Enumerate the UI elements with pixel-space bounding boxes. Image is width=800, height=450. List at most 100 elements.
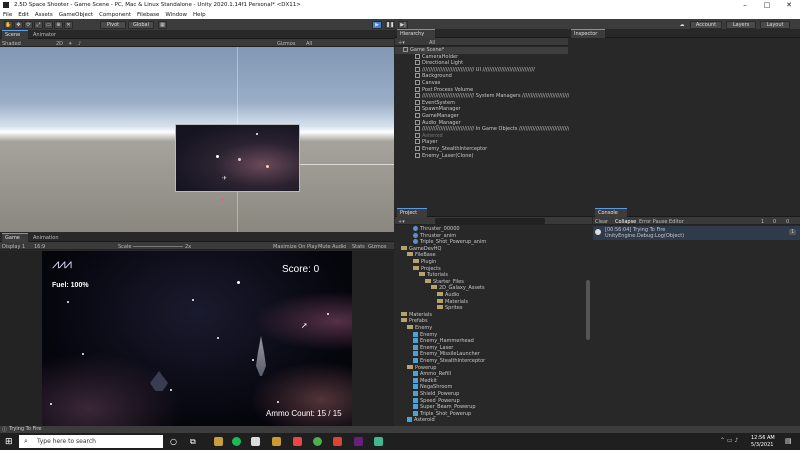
- tab-hierarchy[interactable]: Hierarchy: [397, 29, 435, 38]
- menu-file[interactable]: File: [3, 12, 12, 18]
- game-gizmos-dropdown[interactable]: Gizmos: [368, 244, 386, 250]
- console-tab-bar: Console: [593, 208, 800, 217]
- account-dropdown[interactable]: Account: [690, 21, 722, 29]
- close-button[interactable]: ✕: [778, 1, 800, 9]
- tab-scene[interactable]: Scene: [2, 30, 28, 39]
- hierarchy-search[interactable]: All: [429, 40, 435, 46]
- tab-console[interactable]: Console: [595, 208, 627, 217]
- unity-hub-icon[interactable]: [374, 437, 383, 446]
- cloud-icon[interactable]: ☁: [676, 21, 688, 29]
- menu-component[interactable]: Component: [99, 12, 131, 18]
- project-row-label: Triple_Shot_Powerup: [420, 410, 472, 417]
- layers-dropdown[interactable]: Layers: [726, 21, 756, 29]
- pivot-toggle[interactable]: Pivot: [100, 21, 126, 29]
- gmail-icon[interactable]: [293, 437, 302, 446]
- game-canvas[interactable]: ⩘⩘⩘ Fuel: 100% Score: 0 Ammo Count: 15 /…: [42, 251, 352, 426]
- scale-slider[interactable]: [133, 246, 183, 247]
- project-row-label: Thruster_00000: [420, 226, 460, 232]
- cortana-icon[interactable]: ○: [170, 437, 177, 446]
- console-toolbar: Clear Collapse Error Pause Editor 1 0 0: [593, 217, 800, 225]
- console-editor-dropdown[interactable]: Editor: [669, 219, 684, 225]
- maximize-button[interactable]: □: [756, 1, 778, 9]
- taskbar-date[interactable]: 5/3/2021: [751, 442, 773, 448]
- folder-icon: [419, 272, 425, 277]
- create-button[interactable]: +▾: [398, 40, 405, 46]
- status-message[interactable]: Trying To Fire: [9, 426, 41, 432]
- rotate-tool-icon[interactable]: ⟳: [24, 21, 33, 29]
- error-count[interactable]: 0: [786, 219, 789, 225]
- file-explorer-icon[interactable]: [214, 437, 223, 446]
- taskbar-time[interactable]: 12:56 AM: [751, 435, 775, 441]
- chrome-icon[interactable]: [313, 437, 322, 446]
- hierarchy-row[interactable]: Enemy_Laser(Clone): [395, 152, 568, 160]
- tab-animation[interactable]: Animation: [30, 233, 70, 242]
- console-error-pause-toggle[interactable]: Error Pause: [639, 219, 667, 225]
- mute-audio-toggle[interactable]: Mute Audio: [318, 244, 346, 250]
- amazon-icon[interactable]: [272, 437, 281, 446]
- app-icon[interactable]: [333, 437, 342, 446]
- task-view-icon[interactable]: ⧉: [190, 437, 196, 447]
- play-button[interactable]: ▶: [372, 21, 382, 29]
- minimize-button[interactable]: –: [734, 1, 756, 9]
- folder-icon: [401, 318, 407, 323]
- project-scrollbar[interactable]: [586, 280, 590, 340]
- project-toolbar: +▾: [395, 217, 592, 225]
- notification-icon[interactable]: ▤: [785, 437, 792, 445]
- scene-view[interactable]: ✈: [0, 47, 394, 232]
- taskbar-search-box[interactable]: ⌕ Type here to search: [19, 435, 163, 448]
- maximize-on-play-toggle[interactable]: Maximize On Play: [273, 244, 317, 250]
- move-tool-icon[interactable]: ✥: [14, 21, 23, 29]
- project-create-button[interactable]: +▾: [398, 219, 405, 225]
- menu-filebase[interactable]: Filebase: [137, 12, 159, 18]
- prefab-icon: [413, 384, 418, 390]
- warning-count[interactable]: 0: [773, 219, 776, 225]
- project-search-input[interactable]: [435, 218, 545, 224]
- project-row[interactable]: Asteroid: [407, 417, 585, 424]
- gameobject-icon: [415, 66, 420, 72]
- console-log-entry[interactable]: [00:56:04] Trying To Fire UnityEngine.De…: [593, 226, 800, 240]
- tab-project[interactable]: Project: [397, 208, 427, 217]
- tab-inspector[interactable]: Inspector: [571, 29, 605, 38]
- rect-tool-icon[interactable]: ▭: [44, 21, 53, 29]
- info-count[interactable]: 1: [761, 219, 764, 225]
- project-row-label: Starter_Files: [433, 278, 464, 285]
- layout-dropdown[interactable]: Layout: [760, 21, 790, 29]
- visual-studio-icon[interactable]: [354, 437, 363, 446]
- spotify-icon[interactable]: [232, 437, 241, 446]
- tab-game[interactable]: Game: [2, 233, 28, 242]
- folder-icon: [425, 278, 431, 283]
- game-view[interactable]: ⩘⩘⩘ Fuel: 100% Score: 0 Ammo Count: 15 /…: [0, 251, 394, 426]
- console-collapse-toggle[interactable]: Collapse: [615, 219, 636, 225]
- windows-start-icon[interactable]: ⊞: [5, 437, 13, 447]
- store-icon[interactable]: [251, 437, 260, 446]
- menu-help[interactable]: Help: [193, 12, 206, 18]
- display-dropdown[interactable]: Display 1: [2, 244, 25, 250]
- player-ship-icon: [256, 336, 266, 376]
- transform-tool-icon[interactable]: ⊕: [54, 21, 63, 29]
- pause-button[interactable]: ❚❚: [385, 21, 395, 29]
- stats-toggle[interactable]: Stats: [352, 244, 365, 250]
- inspector-tab-bar: Inspector: [569, 29, 800, 38]
- menu-edit[interactable]: Edit: [18, 12, 29, 18]
- project-row-label: Sprites: [445, 305, 463, 312]
- hand-tool-icon[interactable]: ✋: [4, 21, 13, 29]
- console-clear-button[interactable]: Clear: [595, 219, 608, 225]
- tab-animator[interactable]: Animator: [30, 30, 64, 39]
- custom-tool-icon[interactable]: ✕: [64, 21, 73, 29]
- tray-icons[interactable]: ⌃ ▭ ♪: [720, 437, 738, 444]
- step-button[interactable]: ▶|: [398, 21, 408, 29]
- gameobject-icon: [415, 126, 420, 132]
- menu-assets[interactable]: Assets: [35, 12, 53, 18]
- log-count-badge: 1: [789, 229, 797, 235]
- game-toolbar: Display 1 16:9 Scale 2x Maximize On Play…: [0, 242, 394, 250]
- prefab-icon: [413, 391, 418, 396]
- aspect-dropdown[interactable]: 16:9: [34, 244, 45, 250]
- global-toggle[interactable]: Global: [128, 21, 154, 29]
- enemy-ship-icon: [150, 371, 168, 391]
- info-icon: [595, 229, 601, 235]
- grid-snap-icon[interactable]: ▦: [158, 21, 167, 29]
- info-icon: ⓘ: [2, 427, 8, 433]
- menu-window[interactable]: Window: [165, 12, 187, 18]
- scale-tool-icon[interactable]: ⤢: [34, 21, 43, 29]
- menu-gameobject[interactable]: GameObject: [59, 12, 93, 18]
